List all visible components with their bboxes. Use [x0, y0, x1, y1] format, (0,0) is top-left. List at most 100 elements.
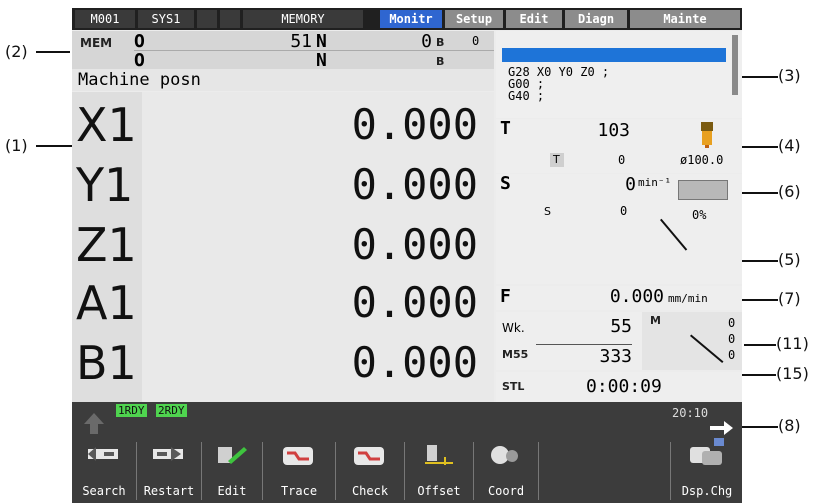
softkey-bar: 1RDY 2RDY 20:10 Search Restart Edit Trac…: [72, 402, 742, 503]
b-label-2: B: [436, 55, 445, 68]
rdy-badge-1: 1RDY: [116, 404, 147, 417]
softkey-edit[interactable]: Edit: [202, 435, 262, 501]
status-slot-2: [220, 10, 240, 28]
clock: 20:10: [672, 406, 709, 420]
softkey-check[interactable]: Check: [336, 435, 404, 501]
softkey-divider: [670, 442, 671, 500]
n-label-2: N: [316, 50, 327, 71]
program-line-3: G40 ;: [508, 89, 545, 103]
trace-icon: [281, 443, 317, 465]
cnc-screen: M001 SYS1 MEMORY Monitr Setup Edit Diagn…: [72, 8, 742, 503]
m-code-header: M: [650, 314, 661, 327]
tool-number: 103: [597, 120, 630, 141]
program-scrollbar[interactable]: [732, 35, 738, 95]
offset-icon: [421, 443, 457, 465]
mode-label: MEM: [80, 36, 113, 50]
tool-panel: T 103 T 0 ø100.0: [496, 118, 742, 173]
spindle-label: S: [500, 173, 511, 194]
m-code-2: 0: [728, 332, 736, 346]
callout-7-line: [740, 299, 778, 301]
display-change-icon: [688, 437, 728, 467]
feed-unit: mm/min: [668, 292, 708, 305]
memory-mode: MEMORY: [243, 10, 363, 28]
softkey-divider: [538, 442, 539, 500]
softkey-display-change[interactable]: Dsp.Chg: [672, 435, 742, 501]
axis-value-x1: 0.000: [351, 100, 478, 149]
restart-icon: [151, 443, 187, 465]
feed-value: 0.000: [609, 286, 664, 307]
position-panel: X1 0.000 Y1 0.000 Z1 0.000 A1 0.000 B1 0…: [72, 92, 494, 402]
softkey-restart[interactable]: Restart: [137, 435, 201, 501]
tool-sub-label: T: [553, 153, 560, 166]
tab-monitor[interactable]: Monitr: [380, 10, 442, 28]
back-arrow-icon[interactable]: [82, 410, 106, 436]
tool-icon: [700, 122, 714, 148]
check-icon: [352, 443, 388, 465]
position-title: Machine posn: [78, 70, 201, 90]
status-slot-1: [197, 10, 217, 28]
work-underline: [536, 344, 632, 345]
callout-6-line: [740, 192, 778, 194]
program-display: G28 X0 Y0 Z0 ; G00 ; G40 ;: [496, 31, 742, 118]
softkey-offset[interactable]: Offset: [405, 435, 473, 501]
edit-icon: [214, 443, 250, 465]
callout-7: (7): [778, 289, 801, 308]
next-page-arrow-icon[interactable]: [708, 420, 734, 436]
sequence-number: 0: [421, 31, 432, 52]
tab-setup[interactable]: Setup: [445, 10, 503, 28]
axis-value-a1: 0.000: [351, 278, 478, 327]
callout-8: (8): [778, 416, 801, 435]
softkey-edit-label: Edit: [217, 484, 247, 498]
callout-3: (3): [778, 66, 801, 85]
callout-11: (11): [776, 334, 809, 353]
callout-6: (6): [778, 182, 801, 201]
feed-panel: F 0.000 mm/min: [496, 286, 742, 310]
rdy-badge-2: 2RDY: [156, 404, 187, 417]
axis-value-z1: 0.000: [351, 220, 478, 269]
callout-4: (4): [778, 136, 801, 155]
softkey-search-label: Search: [82, 484, 126, 498]
softkey-check-label: Check: [351, 484, 389, 498]
cycle-time-label: STL: [502, 380, 525, 393]
coord-icon: [488, 443, 524, 465]
tab-mainte[interactable]: Mainte: [630, 10, 740, 28]
top-status-bar: M001 SYS1 MEMORY Monitr Setup Edit Diagn…: [72, 8, 742, 30]
tab-edit[interactable]: Edit: [506, 10, 562, 28]
axis-value-y1: 0.000: [351, 160, 478, 209]
cycle-time-value: 0:00:09: [586, 376, 662, 397]
axis-label-a1: A1: [76, 276, 137, 330]
m55-value: 333: [599, 346, 632, 367]
machine-id: M001: [75, 10, 135, 28]
softkey-coord[interactable]: Coord: [474, 435, 538, 501]
tool-sub-value: 0: [618, 153, 626, 167]
o-label-1: O: [134, 31, 145, 52]
callout-1: (1): [5, 136, 28, 155]
tab-diagn[interactable]: Diagn: [565, 10, 627, 28]
m-code-3: 0: [728, 348, 736, 362]
softkey-search[interactable]: Search: [72, 435, 136, 501]
program-number: 51: [290, 31, 312, 52]
spindle-load-bar: [678, 180, 728, 200]
b-label-1: B: [436, 36, 445, 49]
position-title-bar: Machine posn: [72, 69, 494, 91]
callout-15: (15): [776, 364, 809, 383]
axis-label-z1: Z1: [76, 218, 137, 272]
spindle-sub-value: 0: [620, 204, 628, 218]
callout-11-line: [744, 344, 776, 346]
o-label-2: O: [134, 50, 145, 71]
spindle-panel: S 0 min⁻¹ S 0 0%: [496, 173, 742, 284]
feed-label: F: [500, 286, 511, 307]
softkey-restart-label: Restart: [143, 484, 195, 498]
work-panel: Wk. 55 M55 333 M 0 0 0: [496, 312, 742, 370]
program-status-panel: MEM O 51 N 0 B 0 O N B: [72, 31, 494, 71]
axis-value-b1: 0.000: [351, 338, 478, 387]
tool-label: T: [500, 118, 511, 139]
work-label: Wk.: [502, 321, 525, 335]
work-value: 55: [610, 316, 632, 337]
axis-label-y1: Y1: [76, 158, 134, 212]
spindle-load-percent: 0%: [692, 208, 707, 222]
callout-2: (2): [5, 42, 28, 61]
cycle-time-panel: STL 0:00:09: [496, 372, 742, 402]
tool-diameter: ø100.0: [680, 153, 724, 167]
softkey-trace[interactable]: Trace: [263, 435, 335, 501]
